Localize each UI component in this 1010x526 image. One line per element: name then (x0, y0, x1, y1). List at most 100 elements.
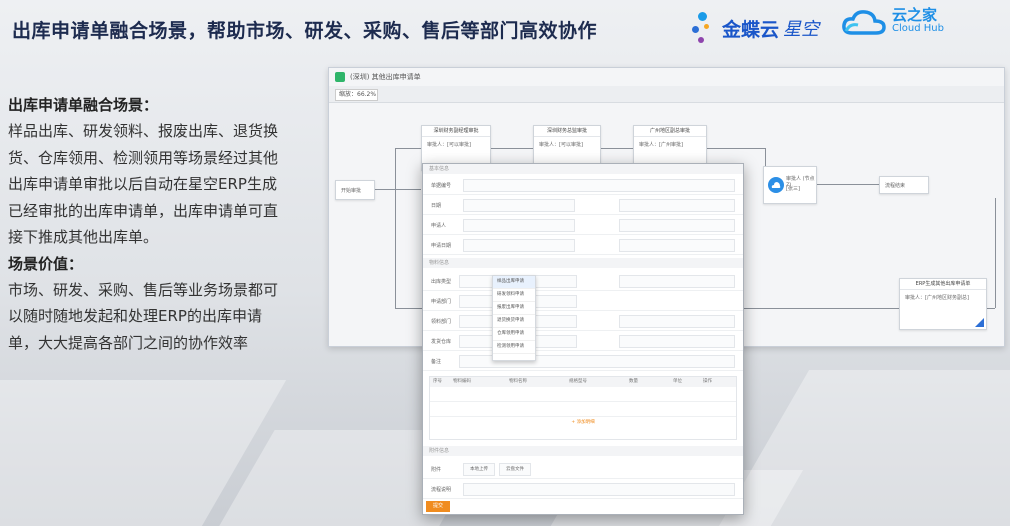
upload-cloud-button[interactable]: 云盘文件 (499, 463, 531, 476)
value-heading: 场景价值： (8, 254, 84, 273)
cloud-node-icon (768, 177, 784, 193)
form-row: 流程说明 (423, 480, 743, 499)
table-header: 数量 (629, 379, 638, 384)
scenario-description: 样品出库、研发领料、报废出库、退货换货、仓库领用、检测领用等场景经过其他出库申请… (8, 122, 279, 246)
date-field[interactable] (463, 199, 575, 212)
dropdown-option[interactable]: 仓库领用申请 (493, 328, 535, 341)
node-header: 深圳财务总监审批 (534, 126, 600, 137)
section-material: 物料信息 (423, 258, 743, 268)
form-label: 单据编号 (431, 183, 452, 189)
flow-line (815, 184, 879, 185)
table-header: 操作 (703, 379, 712, 384)
end-node[interactable]: 流程结束 (879, 176, 929, 194)
cloud-icon (842, 10, 886, 35)
form-label: 出库类型 (431, 279, 452, 285)
dropdown-option[interactable]: 样品出库申请 (493, 276, 535, 289)
flow-line (995, 198, 996, 308)
outbound-type-dropdown[interactable]: 样品出库申请 研发领料申请 报废出库申请 退货换货申请 仓库领用申请 检测领用申… (492, 275, 536, 361)
form-label: 流程说明 (431, 487, 452, 493)
form-window: 基本信息 单据编号 日期 申请人 申请日期 物料信息 出库类型 申请部门 领料部… (422, 163, 744, 515)
node-header: 广州地区副总审批 (634, 126, 706, 137)
customer-field[interactable] (619, 315, 735, 328)
form-label: 申请日期 (431, 243, 452, 249)
flow-line (395, 148, 396, 308)
node-corner-icon (975, 318, 984, 327)
form-label: 领料部门 (431, 319, 452, 325)
page-title: 出库申请单融合场景，帮助市场、研发、采购、售后等部门高效协作 (12, 20, 598, 42)
kingdee-dots-icon (690, 10, 720, 46)
submit-button[interactable]: 提交 (426, 501, 450, 512)
table-row[interactable] (430, 402, 736, 417)
flow-note-field[interactable] (463, 483, 735, 496)
section-basic: 基本信息 (423, 164, 743, 174)
node-header: 深圳财务副经理审批 (422, 126, 490, 137)
department-field[interactable] (619, 219, 735, 232)
form-label: 申请部门 (431, 299, 452, 305)
flow-line (489, 148, 533, 149)
node-body: 审批人：[广州地区财务副总] (905, 295, 969, 301)
approval-node-5[interactable]: ERP生成其他出库申请单 审批人：[广州地区财务副总] (899, 278, 987, 330)
table-header-row: 序号 物料编码 物料名称 规格型号 数量 单位 操作 (430, 377, 736, 387)
node-body: 审批人：[可以审批] (539, 142, 583, 148)
company-field[interactable] (619, 239, 735, 252)
form-row: 出库类型 (423, 272, 743, 291)
start-node[interactable]: 开始审批 (335, 180, 375, 200)
org-field[interactable] (619, 199, 735, 212)
node-header: ERP生成其他出库申请单 (900, 279, 986, 290)
apply-date-field[interactable] (463, 239, 575, 252)
delivery-field[interactable] (619, 335, 735, 348)
table-header: 物料名称 (509, 379, 527, 384)
form-row: 申请日期 (423, 236, 743, 255)
workflow-window-title: (深圳) 其他出库申请单 (335, 72, 421, 82)
add-row-link[interactable]: + 添加明细 (430, 417, 736, 429)
form-row: 申请人 (423, 216, 743, 235)
workflow-toolbar: 缩放：66.2% (329, 86, 1004, 103)
approval-node-4[interactable]: 审批人 (节点2) [张三] (763, 166, 817, 204)
form-row: 附件 本地上传 云盘文件 (423, 460, 743, 479)
node-body: 审批人：[可以审批] (427, 142, 471, 148)
material-table: 序号 物料编码 物料名称 规格型号 数量 单位 操作 + 添加明细 (429, 376, 737, 440)
flow-line (395, 148, 421, 149)
form-label: 备注 (431, 359, 442, 365)
table-header: 单位 (673, 379, 682, 384)
kingdee-logo: 金蝶云 星空 (690, 8, 819, 48)
form-row: 日期 (423, 196, 743, 215)
scenario-heading: 出库申请单融合场景： (8, 96, 159, 114)
form-label: 附件 (431, 467, 442, 473)
outbound-type-select[interactable] (459, 275, 495, 288)
form-row: 单据编号 (423, 176, 743, 195)
kingdee-logo-text: 金蝶云 (722, 18, 780, 41)
table-row[interactable] (430, 387, 736, 402)
table-header: 物料编码 (453, 379, 471, 384)
description-panel: 出库申请单融合场景： 样品出库、研发领料、报废出库、退货换货、仓库领用、检测领用… (8, 92, 280, 356)
applicant-field[interactable] (463, 219, 575, 232)
time-field[interactable] (619, 275, 735, 288)
start-node-label: 开始审批 (341, 188, 362, 194)
workflow-title-text: (深圳) 其他出库申请单 (350, 73, 421, 81)
table-header: 规格型号 (569, 379, 587, 384)
upload-local-button[interactable]: 本地上传 (463, 463, 495, 476)
dropdown-option[interactable]: 退货换货申请 (493, 315, 535, 328)
value-description: 市场、研发、采购、售后等业务场景都可以随时随地发起和处理ERP的出库申请单，大大… (8, 280, 279, 352)
form-row: 申请部门 (423, 292, 743, 311)
dropdown-option[interactable]: 报废出库申请 (493, 302, 535, 315)
form-label: 申请人 (431, 223, 447, 229)
header: 出库申请单融合场景，帮助市场、研发、采购、售后等部门高效协作 金蝶云 星空 云之… (0, 0, 1010, 58)
dropdown-option[interactable]: 检测领用申请 (493, 341, 535, 354)
app-icon (335, 72, 345, 82)
end-node-label: 流程结束 (885, 183, 906, 189)
dropdown-option[interactable]: 研发领料申请 (493, 289, 535, 302)
form-row: 领料部门 (423, 312, 743, 331)
table-header: 序号 (433, 379, 442, 384)
form-label: 发货仓库 (431, 339, 452, 345)
cloudhub-logo: 云之家 Cloud Hub (842, 8, 944, 36)
cloudhub-logo-cn: 云之家 (892, 6, 938, 24)
node-body: 审批人：[广州审批] (639, 142, 683, 148)
form-row: 发货仓库 (423, 332, 743, 351)
form-label: 日期 (431, 203, 442, 209)
form-row: 备注 (423, 352, 743, 371)
doc-number-field[interactable] (463, 179, 735, 192)
kingdee-logo-suffix: 星空 (783, 19, 820, 40)
cloudhub-logo-en: Cloud Hub (892, 23, 944, 34)
zoom-select[interactable]: 缩放：66.2% (335, 89, 378, 101)
